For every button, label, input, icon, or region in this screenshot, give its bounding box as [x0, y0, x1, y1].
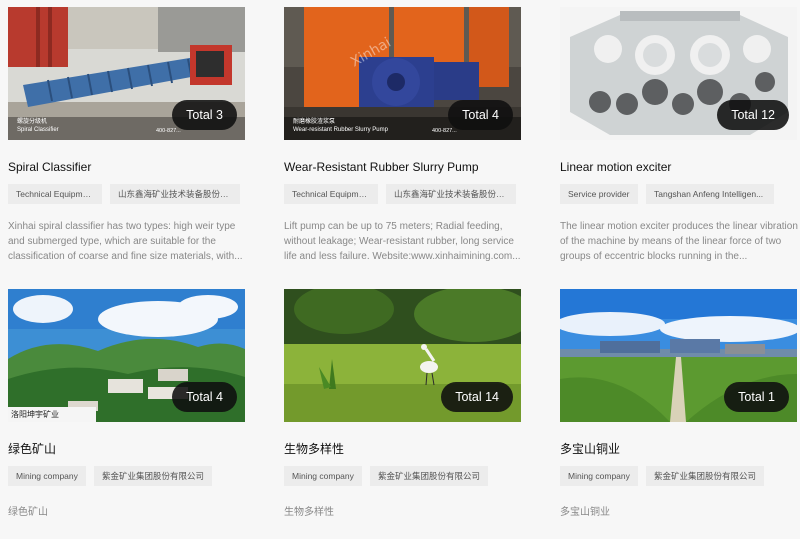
card-linear-motion-exciter[interactable]: Total 12 Linear motion exciter Service p… — [560, 7, 798, 264]
image-caption-phone: 400-827... — [432, 128, 457, 134]
tag-list: Mining company 紫金矿业集团股份有限公司 — [560, 466, 798, 486]
tag-company[interactable]: 山东鑫海矿业技术装备股份有... — [386, 184, 516, 204]
card-title[interactable]: Spiral Classifier — [8, 159, 246, 175]
card-title[interactable]: 绿色矿山 — [8, 441, 246, 457]
thumbnail-image[interactable]: Xinhai 耐磨橡胶渣浆泵 Wear-resistant Rubber Slu… — [284, 7, 521, 140]
card-description: Xinhai spiral classifier has two types: … — [8, 221, 243, 262]
card-title[interactable]: Wear-Resistant Rubber Slurry Pump — [284, 159, 522, 175]
image-count-badge: Total 12 — [717, 100, 789, 130]
card-description: The linear motion exciter produces the l… — [560, 221, 798, 262]
tag-company[interactable]: 山东鑫海矿业技术装备股份有... — [110, 184, 240, 204]
thumbnail-image[interactable]: Total 1 — [560, 289, 797, 422]
tag-category[interactable]: Technical Equipment — [8, 184, 102, 204]
card-description: 绿色矿山 — [8, 507, 48, 518]
tag-list: Technical Equipment 山东鑫海矿业技术装备股份有... — [284, 184, 522, 204]
thumbnail-image[interactable]: 螺旋分级机 Spiral Classifier 400-827... Total… — [8, 7, 245, 140]
tag-list: Mining company 紫金矿业集团股份有限公司 — [8, 466, 246, 486]
image-caption-phone: 400-827... — [156, 128, 181, 134]
tag-category[interactable]: Mining company — [284, 466, 362, 486]
tag-company[interactable]: 紫金矿业集团股份有限公司 — [646, 466, 764, 486]
card-description: Lift pump can be up to 75 meters; Radial… — [284, 221, 521, 262]
card-spiral-classifier[interactable]: 螺旋分级机 Spiral Classifier 400-827... Total… — [8, 7, 246, 264]
card-title[interactable]: Linear motion exciter — [560, 159, 798, 175]
tag-category[interactable]: Mining company — [8, 466, 86, 486]
tag-company[interactable]: 紫金矿业集团股份有限公司 — [94, 466, 212, 486]
image-caption: 洛阳坤宇矿业 — [11, 410, 59, 419]
card-duobaoshan-copper[interactable]: Total 1 多宝山铜业 Mining company 紫金矿业集团股份有限公… — [560, 289, 798, 520]
thumbnail-image[interactable]: Total 14 — [284, 289, 521, 422]
tag-category[interactable]: Service provider — [560, 184, 638, 204]
tag-list: Service provider Tangshan Anfeng Intelli… — [560, 184, 798, 204]
tag-company[interactable]: 紫金矿业集团股份有限公司 — [370, 466, 488, 486]
image-caption: 螺旋分级机 Spiral Classifier — [17, 119, 59, 133]
tag-list: Technical Equipment 山东鑫海矿业技术装备股份有... — [8, 184, 246, 204]
thumbnail-image[interactable]: Total 12 — [560, 7, 797, 140]
image-count-badge: Total 1 — [724, 382, 789, 412]
card-slurry-pump[interactable]: Xinhai 耐磨橡胶渣浆泵 Wear-resistant Rubber Slu… — [284, 7, 522, 264]
tag-category[interactable]: Technical Equipment — [284, 184, 378, 204]
image-count-badge: Total 14 — [441, 382, 513, 412]
thumbnail-image[interactable]: 洛阳坤宇矿业 Total 4 — [8, 289, 245, 422]
card-title[interactable]: 多宝山铜业 — [560, 441, 798, 457]
tag-list: Mining company 紫金矿业集团股份有限公司 — [284, 466, 522, 486]
image-count-badge: Total 3 — [172, 100, 237, 130]
card-biodiversity[interactable]: Total 14 生物多样性 Mining company 紫金矿业集团股份有限… — [284, 289, 522, 520]
card-green-mine[interactable]: 洛阳坤宇矿业 Total 4 绿色矿山 Mining company 紫金矿业集… — [8, 289, 246, 520]
card-description: 生物多样性 — [284, 507, 334, 518]
card-description: 多宝山铜业 — [560, 507, 610, 518]
card-title[interactable]: 生物多样性 — [284, 441, 522, 457]
image-count-badge: Total 4 — [448, 100, 513, 130]
image-count-badge: Total 4 — [172, 382, 237, 412]
tag-category[interactable]: Mining company — [560, 466, 638, 486]
tag-company[interactable]: Tangshan Anfeng Intelligen... — [646, 184, 774, 204]
image-caption: 耐磨橡胶渣浆泵 Wear-resistant Rubber Slurry Pum… — [293, 119, 388, 133]
